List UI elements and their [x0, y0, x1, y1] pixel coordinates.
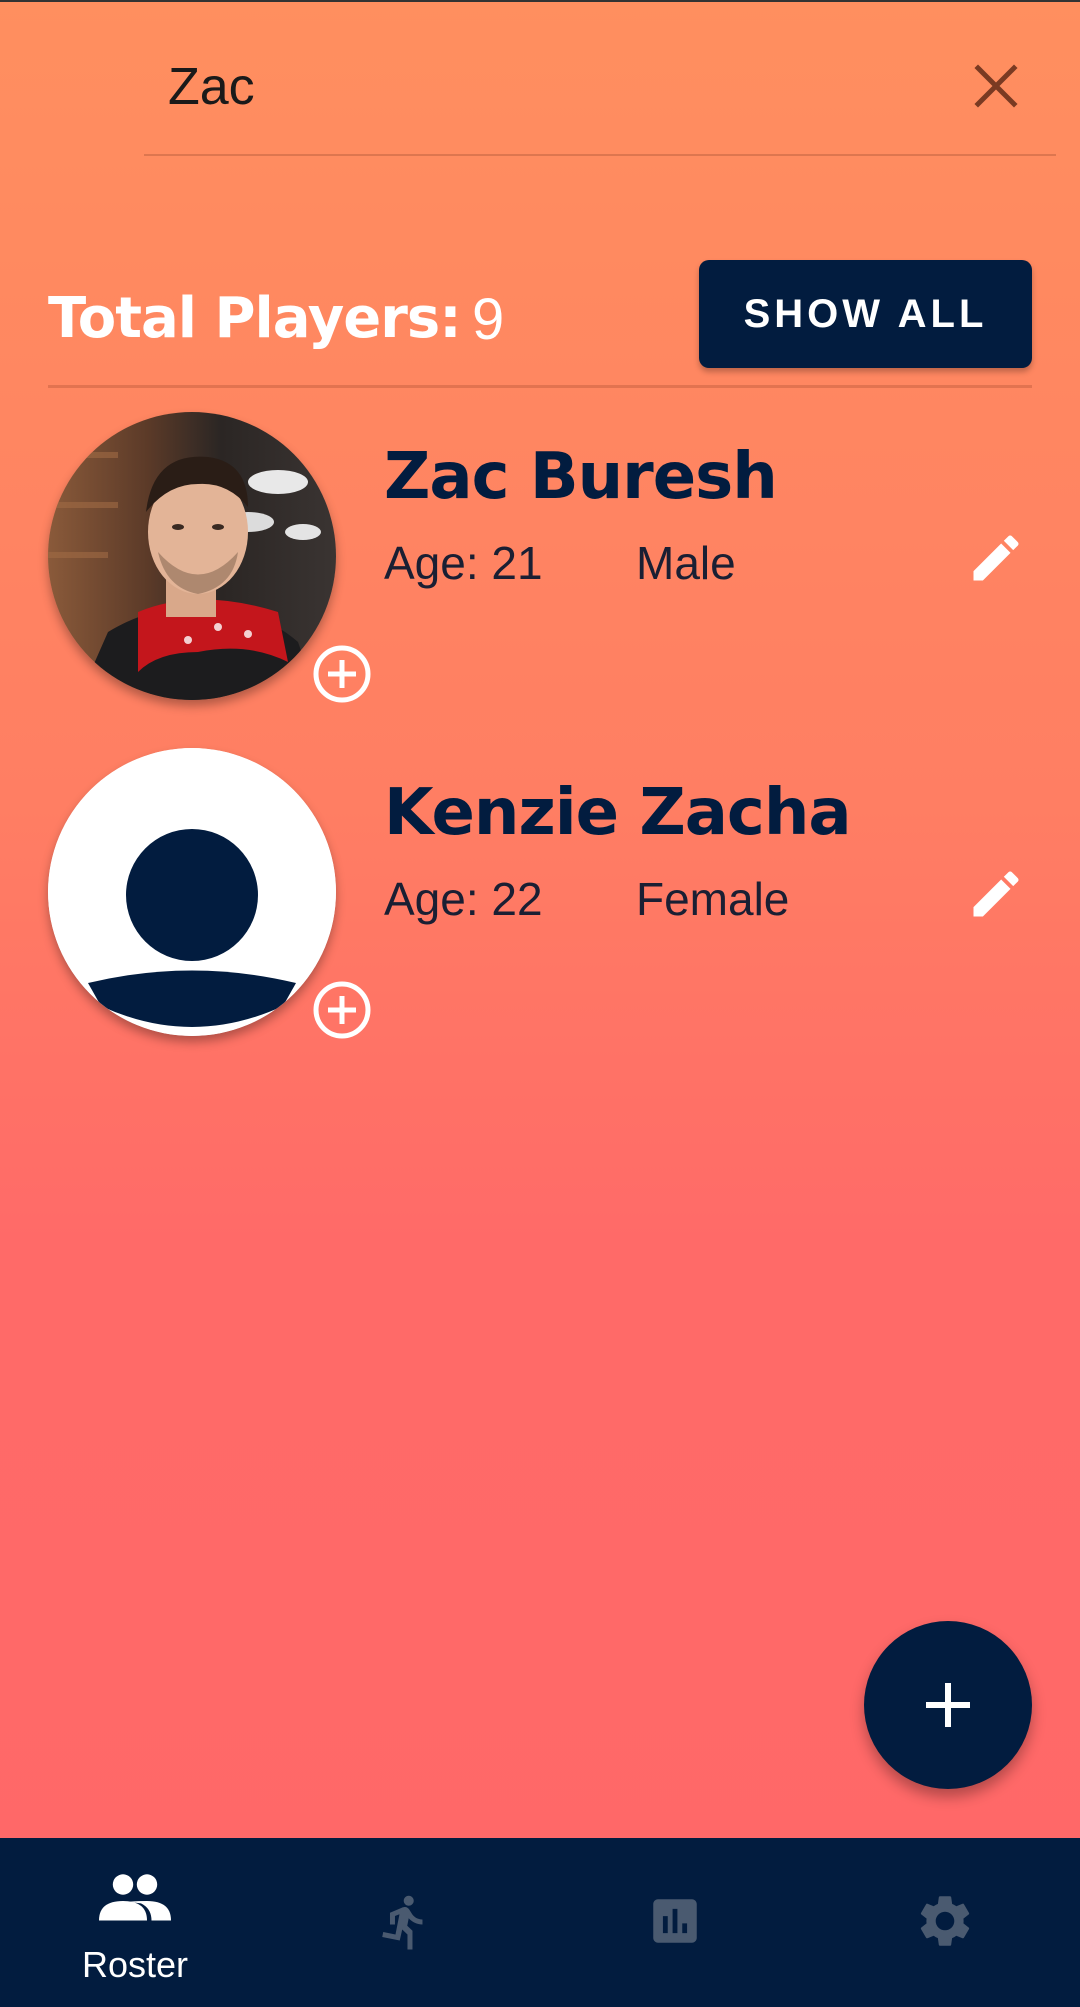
- add-photo-button[interactable]: [312, 980, 372, 1040]
- player-row[interactable]: Zac Buresh Age: 21 Male: [0, 412, 1080, 712]
- player-gender: Female: [636, 873, 790, 925]
- running-icon: [382, 1895, 423, 1950]
- pencil-icon: [973, 871, 1019, 917]
- player-age: Age: 22: [384, 873, 543, 925]
- total-players-count: 9: [472, 287, 505, 352]
- player-row[interactable]: Kenzie Zacha Age: 22 Female: [0, 748, 1080, 1048]
- nav-item-stats[interactable]: [540, 1838, 810, 2007]
- player-gender: Male: [636, 537, 736, 589]
- avatar[interactable]: [48, 412, 336, 700]
- avatar[interactable]: [48, 748, 336, 1036]
- search-underline: [144, 154, 1056, 156]
- bottom-navigation: Roster: [0, 1838, 1080, 2007]
- player-name: Zac Buresh: [384, 440, 778, 514]
- bar-chart-icon: [653, 1899, 697, 1943]
- edit-player-button[interactable]: [960, 858, 1032, 930]
- nav-item-settings[interactable]: [810, 1838, 1080, 2007]
- add-circle-icon: [313, 645, 371, 703]
- total-players-label: Total Players:: [48, 286, 462, 351]
- show-all-button[interactable]: SHOW ALL: [699, 260, 1032, 368]
- add-photo-button[interactable]: [312, 644, 372, 704]
- nav-label-roster: Roster: [81, 1944, 189, 1985]
- nav-item-activity[interactable]: [270, 1838, 540, 2007]
- people-icon: [99, 1874, 171, 1921]
- player-age: Age: 21: [384, 537, 543, 589]
- gear-icon: [920, 1896, 970, 1946]
- status-edge: [0, 0, 1080, 2]
- player-photo: [48, 412, 336, 700]
- nav-item-roster[interactable]: Roster: [0, 1838, 270, 2007]
- plus-icon: [926, 1683, 970, 1727]
- close-icon: [974, 64, 1018, 108]
- add-circle-icon: [313, 981, 371, 1039]
- search-input[interactable]: [168, 52, 928, 122]
- edit-player-button[interactable]: [960, 522, 1032, 594]
- default-person-icon: [48, 748, 336, 1036]
- divider: [48, 385, 1032, 388]
- add-player-button[interactable]: [864, 1621, 1032, 1789]
- clear-search-button[interactable]: [960, 50, 1032, 122]
- player-name: Kenzie Zacha: [384, 776, 852, 850]
- pencil-icon: [973, 535, 1019, 581]
